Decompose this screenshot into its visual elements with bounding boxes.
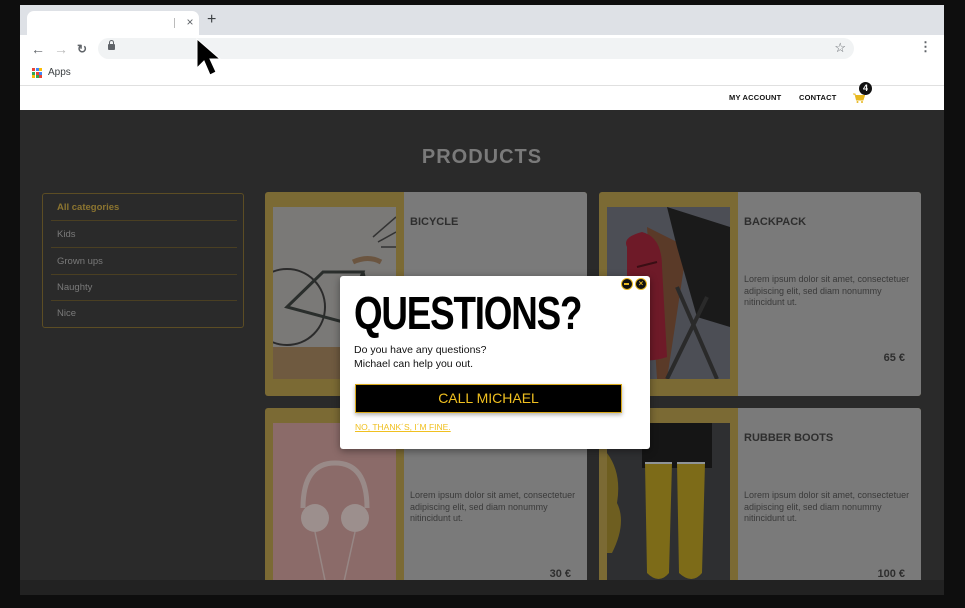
forward-icon[interactable]: → — [54, 40, 68, 58]
mouse-cursor-icon — [196, 38, 222, 76]
modal-text: Do you have any questions? Michael can h… — [354, 344, 487, 371]
close-icon[interactable]: × — [635, 278, 647, 290]
lock-icon — [108, 40, 115, 50]
product-price: 30 € — [549, 568, 571, 580]
tab-separator — [174, 18, 175, 28]
browser-toolbar: ← → ↻ ☆ ⋮ — [20, 35, 944, 64]
decline-link[interactable]: NO, THANK´S, I´M FINE. — [355, 422, 451, 432]
new-tab-button[interactable]: + — [207, 11, 216, 29]
product-info: RUBBER BOOTS Lorem ipsum dolor sit amet,… — [738, 408, 921, 595]
category-naughty[interactable]: Naughty — [57, 274, 232, 301]
site-header: MY ACCOUNT CONTACT 4 — [20, 82, 944, 110]
browser-tab[interactable]: × — [27, 11, 199, 37]
apps-bookmark[interactable]: Apps — [48, 67, 71, 78]
contact-link[interactable]: CONTACT — [799, 93, 837, 102]
product-description: Lorem ipsum dolor sit amet, consectetuer… — [410, 490, 576, 523]
cart-count-badge: 4 — [859, 82, 872, 95]
product-description: Lorem ipsum dolor sit amet, consectetuer… — [744, 274, 910, 307]
product-name: BACKPACK — [744, 216, 807, 228]
modal-text-line-2: Michael can help you out. — [354, 357, 474, 370]
page-bottom-edge — [20, 580, 944, 595]
tab-strip: × + — [20, 5, 944, 37]
back-icon[interactable]: ← — [31, 40, 45, 58]
category-all[interactable]: All categories — [57, 194, 232, 221]
call-michael-button[interactable]: CALL MICHAEL — [355, 384, 622, 413]
product-price: 100 € — [877, 568, 905, 580]
page-title: PRODUCTS — [421, 146, 543, 168]
minimize-icon[interactable] — [621, 278, 633, 290]
apps-grid-icon[interactable] — [32, 68, 42, 78]
bookmarks-bar: Apps — [20, 64, 944, 86]
modal-text-line-1: Do you have any questions? — [354, 344, 487, 356]
reload-icon[interactable]: ↻ — [77, 40, 87, 58]
category-nice[interactable]: Nice — [57, 300, 232, 327]
product-description: Lorem ipsum dolor sit amet, consectetuer… — [744, 490, 910, 523]
product-name: BICYCLE — [410, 216, 459, 228]
my-account-link[interactable]: MY ACCOUNT — [729, 93, 781, 102]
product-price: 65 € — [883, 352, 905, 364]
questions-modal: × QUESTIONS? Do you have any questions? … — [340, 276, 650, 449]
category-grown-ups[interactable]: Grown ups — [57, 248, 232, 275]
category-sidebar: All categories Kids Grown ups Naughty Ni… — [42, 193, 244, 328]
tab-close-icon[interactable]: × — [183, 13, 197, 31]
browser-window: × + ← → ↻ ☆ ⋮ Apps MY ACCOUNT CONTACT 4 … — [20, 5, 944, 595]
product-info: BACKPACK Lorem ipsum dolor sit amet, con… — [738, 192, 921, 396]
product-name: RUBBER BOOTS — [744, 432, 834, 444]
category-kids[interactable]: Kids — [57, 221, 232, 248]
modal-title: QUESTIONS? — [354, 287, 582, 339]
bookmark-star-icon[interactable]: ☆ — [834, 39, 846, 57]
browser-menu-icon[interactable]: ⋮ — [919, 40, 932, 54]
